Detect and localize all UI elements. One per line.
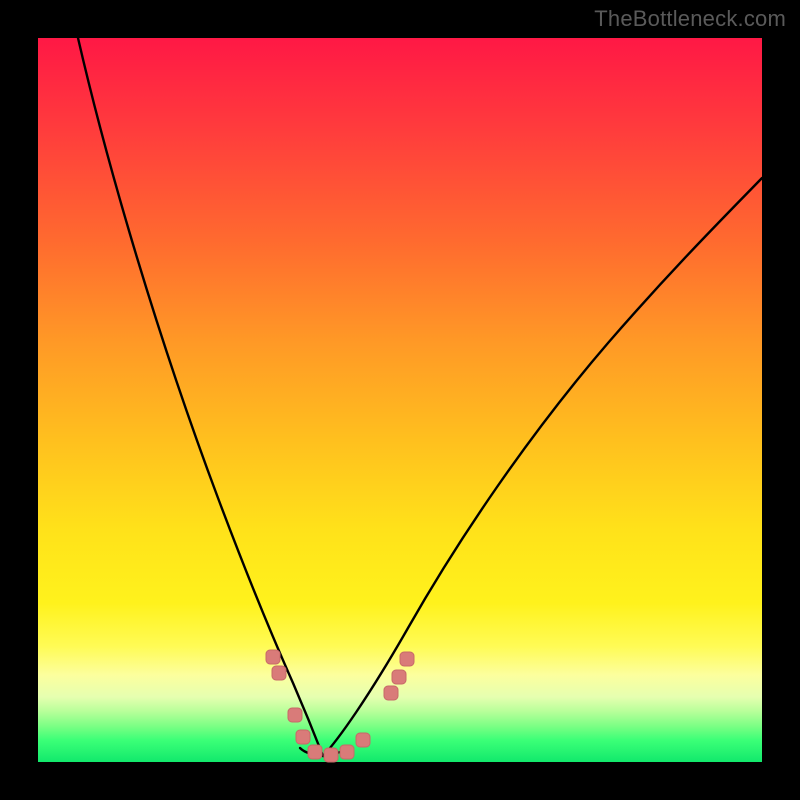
- marker-point: [296, 730, 310, 744]
- marker-point: [308, 745, 322, 759]
- bottleneck-curve: [38, 38, 762, 762]
- marker-point: [324, 748, 338, 762]
- watermark-text: TheBottleneck.com: [594, 6, 786, 32]
- marker-point: [356, 733, 370, 747]
- chart-canvas: TheBottleneck.com: [0, 0, 800, 800]
- marker-point: [400, 652, 414, 666]
- marker-point: [384, 686, 398, 700]
- curve-left-branch: [78, 38, 323, 756]
- curve-right-branch: [323, 178, 762, 756]
- marker-point: [288, 708, 302, 722]
- plot-area: [38, 38, 762, 762]
- marker-group: [266, 650, 414, 762]
- marker-point: [266, 650, 280, 664]
- marker-point: [392, 670, 406, 684]
- marker-point: [340, 745, 354, 759]
- marker-point: [272, 666, 286, 680]
